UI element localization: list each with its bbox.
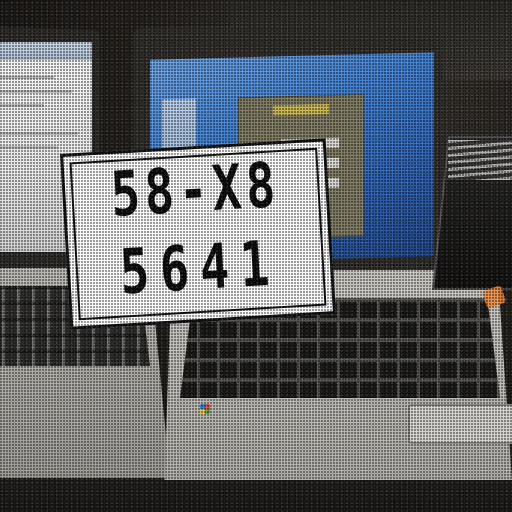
left-screen-text-line	[0, 90, 72, 93]
left-screen-text-line	[0, 104, 44, 107]
photo-scene: 58-X8 5641	[0, 0, 512, 512]
plate-line-2: 5641	[117, 226, 283, 309]
plate-line-1: 58-X8	[108, 148, 282, 232]
touchpad	[408, 404, 512, 444]
left-screen-text-line	[0, 146, 58, 149]
license-plate: 58-X8 5641	[60, 138, 336, 330]
left-screen-titlebar	[0, 42, 92, 60]
windows-logo-icon	[200, 404, 210, 414]
left-screen-text-line	[0, 76, 54, 79]
device-vent	[448, 140, 512, 180]
dialog-title-bar	[273, 104, 329, 116]
left-screen-text-line	[0, 132, 78, 135]
